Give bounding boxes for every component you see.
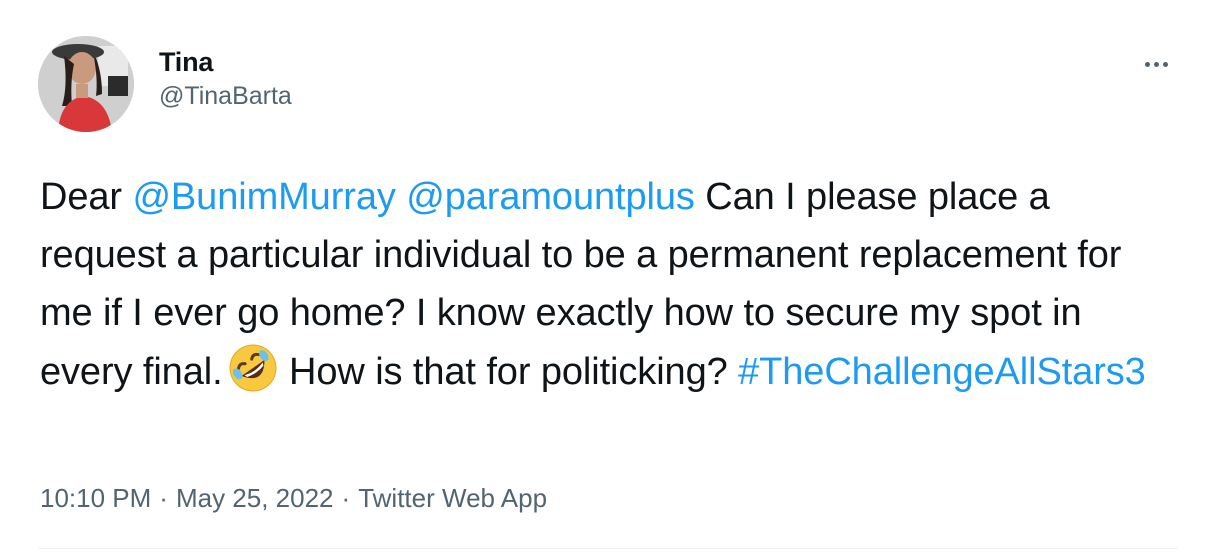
tweet-metadata: 10:10 PM · May 25, 2022 · Twitter Web App bbox=[40, 478, 547, 518]
mention-link-bunimmurray[interactable]: @BunimMurray bbox=[132, 176, 395, 218]
tweet-time[interactable]: 10:10 PM bbox=[40, 483, 151, 513]
meta-separator: · bbox=[159, 483, 168, 513]
more-icon-dot bbox=[1162, 61, 1168, 67]
tweet-text-segment bbox=[396, 176, 406, 218]
avatar[interactable] bbox=[38, 36, 134, 132]
hashtag-link[interactable]: #TheChallengeAllStars3 bbox=[738, 351, 1146, 393]
tweet-text: Dear @BunimMurray @paramountplus Can I p… bbox=[40, 168, 1180, 401]
more-options-button[interactable] bbox=[1134, 46, 1178, 82]
tweet-card: Tina @TinaBarta Dear @BunimMurray @param… bbox=[0, 0, 1216, 554]
tweet-date[interactable]: May 25, 2022 bbox=[176, 483, 334, 513]
rolling-on-floor-laughing-icon bbox=[229, 344, 277, 392]
tweet-text-segment: How is that for politicking? bbox=[278, 351, 739, 393]
tweet-text-segment: Dear bbox=[40, 176, 133, 218]
display-name[interactable]: Tina bbox=[159, 46, 292, 78]
avatar-image bbox=[38, 36, 134, 132]
more-icon-dot bbox=[1153, 61, 1159, 67]
tweet-header: Tina @TinaBarta bbox=[38, 36, 1178, 136]
mention-link-paramountplus[interactable]: @paramountplus bbox=[406, 176, 695, 218]
meta-separator: · bbox=[341, 483, 351, 513]
tweet-source-link[interactable]: Twitter Web App bbox=[358, 483, 547, 513]
divider bbox=[38, 548, 1178, 549]
author-info[interactable]: Tina @TinaBarta bbox=[159, 46, 292, 112]
user-handle[interactable]: @TinaBarta bbox=[159, 80, 292, 112]
more-icon bbox=[1144, 61, 1150, 67]
